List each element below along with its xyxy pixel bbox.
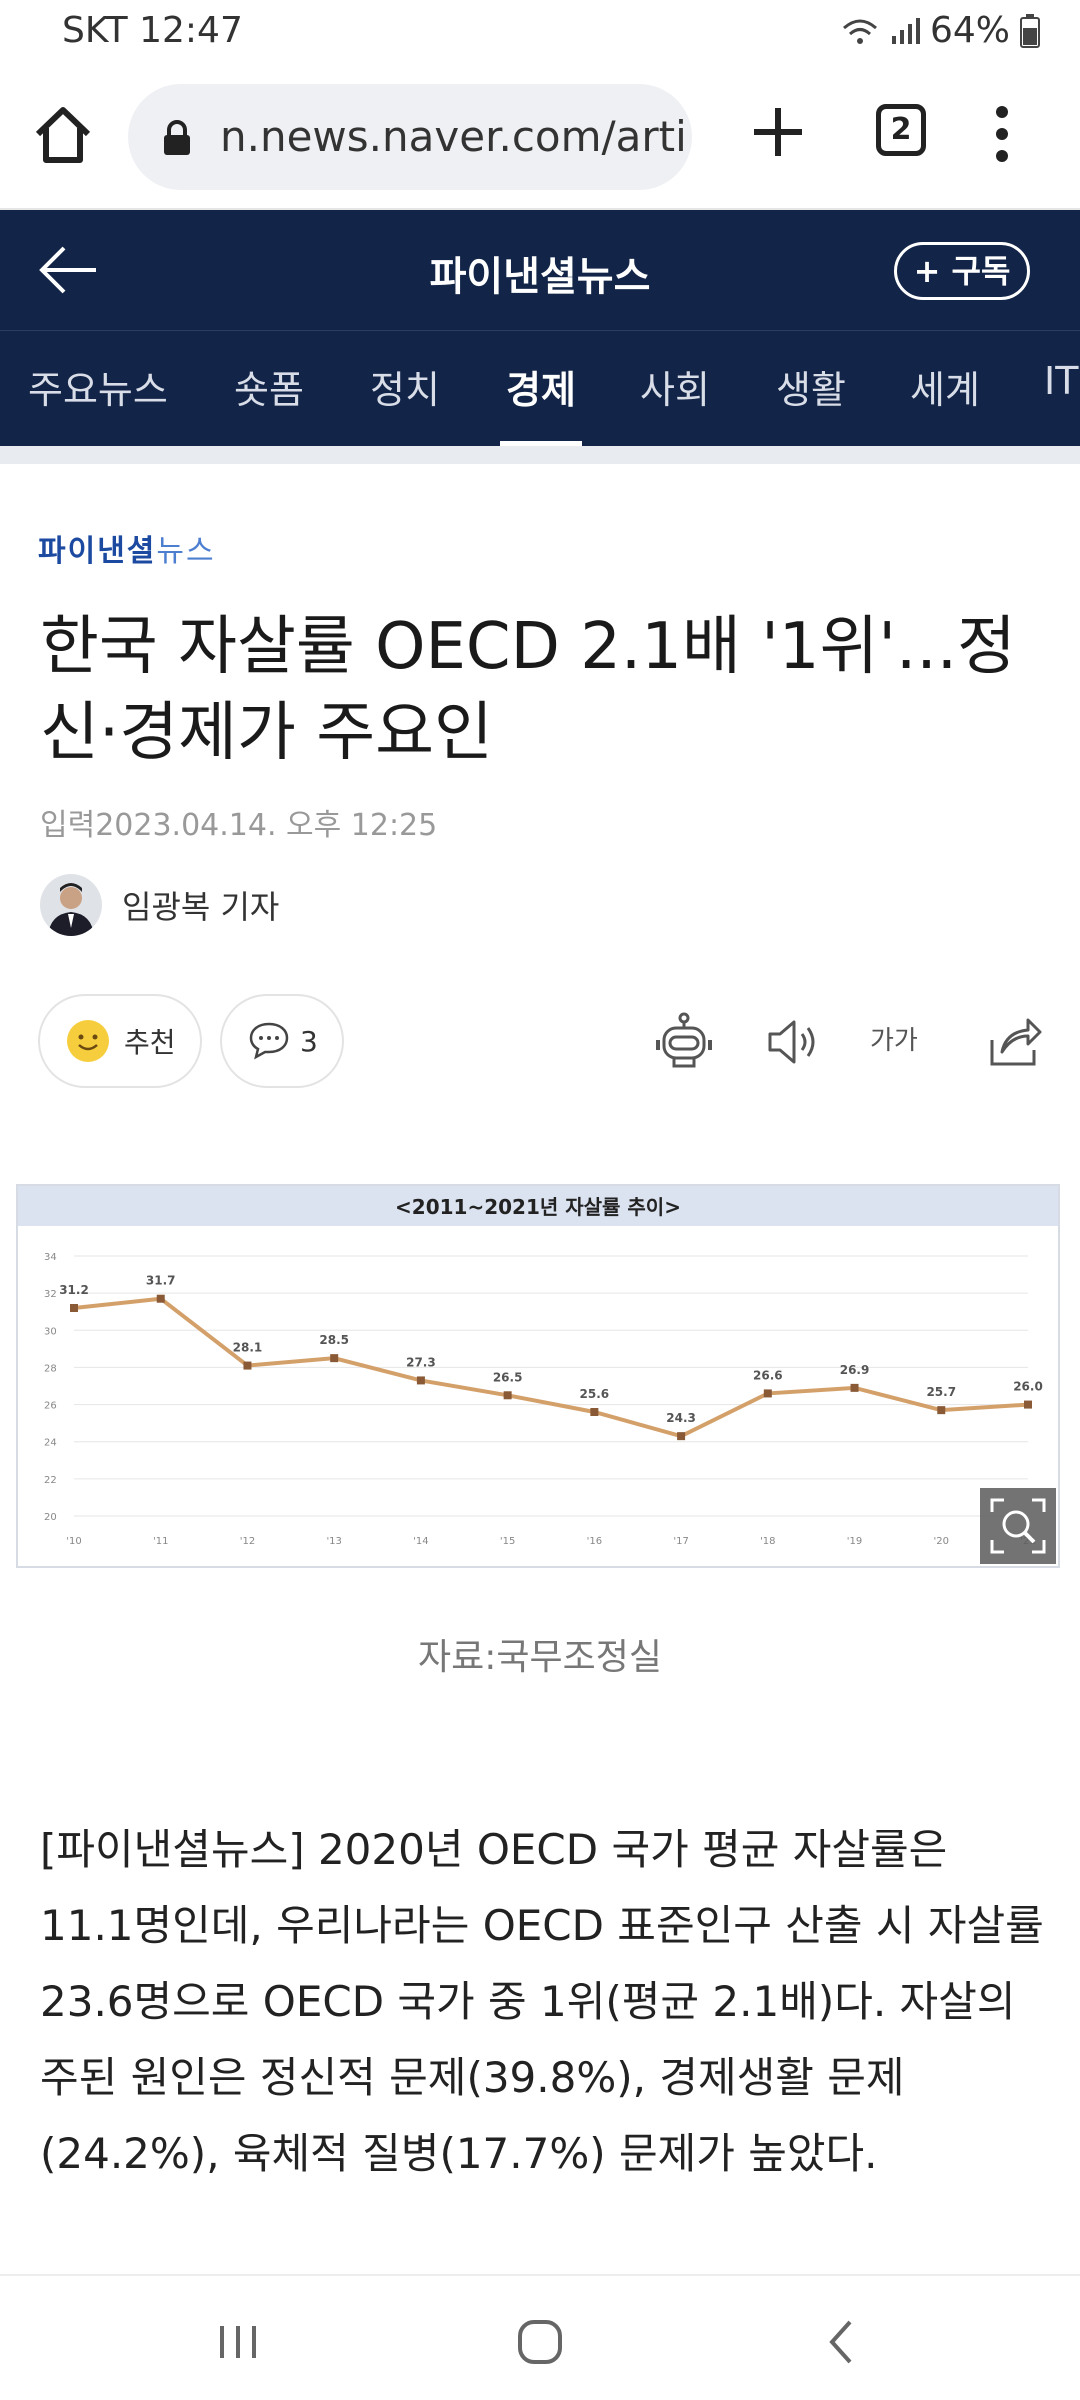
data-label: 26.9 [840, 1363, 870, 1377]
data-label: 24.3 [666, 1411, 696, 1425]
press-logo: 파이낸셜뉴스 [38, 534, 216, 569]
comment-icon [249, 1022, 289, 1060]
data-point [1024, 1400, 1032, 1409]
data-label: 31.2 [59, 1283, 89, 1297]
speaker-icon[interactable] [762, 1012, 822, 1072]
url-text: n.news.naver.com/arti [220, 112, 687, 161]
news-header: 파이낸셜뉴스 + 구독 [0, 210, 1080, 330]
x-tick-label: '20 [934, 1536, 949, 1547]
home-nav-icon[interactable] [510, 2312, 570, 2372]
smiley-icon [67, 1020, 109, 1062]
chart-svg: <2011~2021년 자살률 추이> 31.2 31.7 28.1 28.5 27.3… [18, 1186, 1058, 1547]
data-point [503, 1391, 512, 1400]
x-tick-label: '11 [153, 1536, 168, 1547]
y-tick-label: 30 [44, 1326, 57, 1337]
y-tick-label: 34 [44, 1252, 57, 1263]
article-headline: 한국 자살률 OECD 2.1배 '1위'...정신·경제가 주요인 [40, 610, 1016, 770]
chart-title: <2011~2021년 자살률 추이> [395, 1195, 681, 1219]
category-nav: 주요뉴스 숏폼 정치 경제 사회 생활 세계 IT [0, 330, 1080, 446]
tab-life[interactable]: 생활 [776, 359, 846, 414]
home-icon[interactable] [30, 102, 96, 168]
data-label: 31.7 [146, 1274, 176, 1288]
data-point [416, 1376, 425, 1385]
data-label: 28.1 [233, 1341, 263, 1355]
y-tick-label: 24 [44, 1438, 57, 1449]
data-point [70, 1304, 78, 1312]
data-point [937, 1406, 946, 1415]
data-label: 26.6 [753, 1368, 783, 1382]
y-tick-label: 28 [44, 1363, 57, 1374]
comment-button[interactable]: 3 [220, 994, 344, 1088]
y-tick-label: 26 [44, 1401, 57, 1412]
data-point [243, 1361, 252, 1370]
data-label: 25.7 [926, 1385, 956, 1399]
signal-icon [891, 17, 920, 44]
recommend-label: 추천 [124, 1026, 176, 1059]
share-icon[interactable] [984, 1012, 1044, 1072]
robot-summary-icon[interactable] [654, 1012, 714, 1072]
x-tick-label: '13 [326, 1536, 341, 1547]
y-tick-label: 32 [44, 1289, 57, 1300]
data-point [763, 1389, 772, 1398]
data-point [330, 1354, 339, 1363]
battery-percent: 64% [929, 10, 1010, 51]
data-label: 26.0 [1013, 1380, 1043, 1394]
subscribe-button[interactable]: + 구독 [894, 242, 1030, 300]
tab-it[interactable]: IT [1044, 359, 1078, 403]
tab-world[interactable]: 세계 [910, 359, 980, 414]
battery-icon [1020, 13, 1040, 48]
x-tick-label: '10 [66, 1536, 81, 1547]
browser-toolbar: n.news.naver.com/arti 2 [0, 64, 1080, 210]
data-point [590, 1408, 599, 1416]
x-tick-label: '18 [760, 1536, 775, 1547]
tab-economy[interactable]: 경제 [506, 359, 576, 414]
zoom-image-icon[interactable] [980, 1488, 1056, 1564]
image-caption: 자료:국무조정실 [418, 1637, 662, 1678]
back-nav-icon[interactable] [812, 2312, 872, 2372]
x-tick-label: '19 [847, 1536, 862, 1547]
tab-society[interactable]: 사회 [640, 359, 710, 414]
x-tick-label: '12 [240, 1536, 255, 1547]
data-label: 26.5 [493, 1370, 523, 1384]
data-point [850, 1383, 859, 1392]
suicide-rate-chart: <2011~2021년 자살률 추이> 31.2 31.7 28.1 28.5 27.3… [16, 1184, 1060, 1568]
reporter-info[interactable]: 임광복 기자 [40, 874, 279, 936]
tab-main-news[interactable]: 주요뉴스 [28, 359, 168, 414]
data-label: 28.5 [319, 1333, 349, 1347]
data-point [156, 1294, 165, 1303]
x-tick-label: '15 [500, 1536, 515, 1547]
data-label: 27.3 [406, 1355, 436, 1369]
x-tick-label: '16 [587, 1536, 602, 1547]
address-bar[interactable]: n.news.naver.com/arti [128, 84, 692, 190]
tab-shortform[interactable]: 숏폼 [234, 359, 304, 414]
data-point [677, 1432, 686, 1441]
font-size-button[interactable]: 가가 [870, 1014, 918, 1058]
lock-icon [164, 120, 190, 155]
reporter-name: 임광복 기자 [122, 888, 280, 926]
y-tick-label: 22 [44, 1475, 57, 1486]
system-nav-bar [0, 2274, 1080, 2400]
article-action-row: 추천 3 가가 [38, 994, 1048, 1090]
status-icons: 64% [840, 10, 1040, 51]
reporter-avatar [40, 874, 102, 936]
tab-switcher-button[interactable]: 2 [876, 104, 926, 156]
status-carrier-time: SKT 12:47 [62, 10, 243, 51]
comment-count: 3 [300, 1024, 318, 1058]
new-tab-icon[interactable] [748, 102, 808, 162]
recent-apps-icon[interactable] [208, 2312, 268, 2372]
wifi-icon [842, 19, 877, 44]
header-divider [0, 446, 1080, 464]
tab-politics[interactable]: 정치 [370, 359, 440, 414]
x-tick-label: '17 [673, 1536, 688, 1547]
y-tick-label: 20 [44, 1512, 57, 1523]
data-label: 25.6 [580, 1387, 610, 1401]
font-size-label: 가가 [870, 1026, 918, 1056]
more-menu-icon[interactable] [990, 104, 1014, 164]
x-tick-label: '14 [413, 1536, 428, 1547]
status-bar: SKT 12:47 64% [0, 0, 1080, 64]
recommend-button[interactable]: 추천 [38, 994, 202, 1088]
article-body: [파이낸셜뉴스] 2020년 OECD 국가 평균 자살률은 11.1명인데, … [40, 1825, 1044, 2178]
article-date: 입력2023.04.14. 오후 12:25 [40, 808, 438, 843]
